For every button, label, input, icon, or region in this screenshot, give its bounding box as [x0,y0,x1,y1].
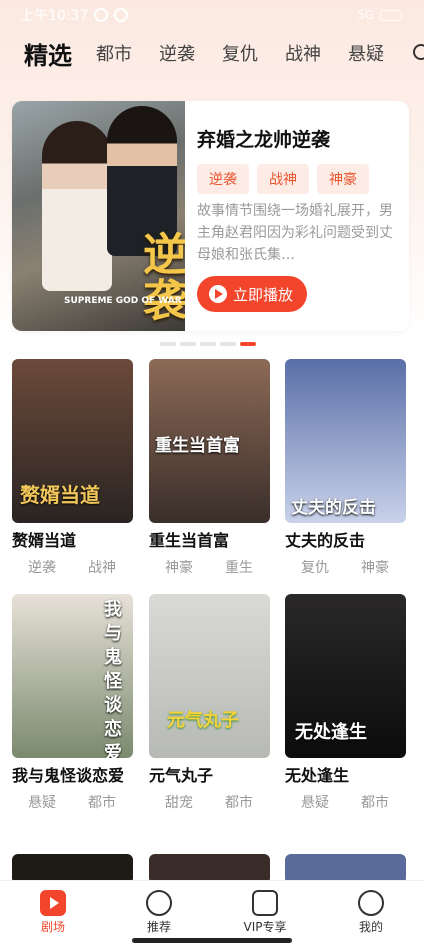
profile-icon [358,890,384,916]
drama-title[interactable]: 无处逢生 [285,764,406,788]
play-now-button[interactable]: 立即播放 [197,276,308,312]
drama-poster-title: 赘婿当道 [20,483,100,507]
tab-city[interactable]: 都市 [96,40,132,66]
featured-drama-card[interactable]: 逆袭 SUPREME GOD OF WAR 弃婚之龙帅逆袭 逆袭 战神 神豪 故… [12,101,409,331]
featured-title[interactable]: 弃婚之龙帅逆袭 [197,125,397,152]
drama-card[interactable]: 我与鬼怪谈恋爱 我与鬼怪谈恋爱 悬疑 都市 [12,594,133,812]
nav-recommend[interactable]: 推荐 [106,881,212,946]
category-tabs: 精选 都市 逆袭 复仇 战神 悬疑 [0,30,424,76]
pager-dot[interactable] [220,342,236,346]
heart-icon [146,890,172,916]
nav-label: VIP专享 [243,920,287,934]
featured-description: 故事情节围绕一场婚礼展开，男主角赵君阳因为彩礼问题受到丈母娘和张氏集… [197,203,393,263]
drama-poster-title: 重生当首富 [155,436,240,456]
drama-poster[interactable]: 元气丸子 [149,594,270,758]
pager-dot-active[interactable] [240,342,256,346]
drama-tag[interactable]: 悬疑 [12,792,72,812]
drama-tag[interactable]: 重生 [209,557,269,577]
drama-tags: 逆袭 战神 [12,557,133,577]
tab-featured[interactable]: 精选 [24,36,72,71]
drama-tag[interactable]: 都市 [72,792,132,812]
play-now-label: 立即播放 [233,285,294,304]
featured-info: 弃婚之龙帅逆袭 逆袭 战神 神豪 故事情节围绕一场婚礼展开，男主角赵君阳因为彩礼… [185,101,409,331]
theater-icon [40,890,66,916]
drama-title[interactable]: 元气丸子 [149,764,270,788]
drama-poster-title: 元气丸子 [167,710,239,731]
tab-comeback[interactable]: 逆袭 [159,40,195,66]
play-icon [209,285,227,303]
battery-icon [380,9,402,21]
drama-tags: 神豪 重生 [149,557,270,577]
drama-poster[interactable]: 我与鬼怪谈恋爱 [12,594,133,758]
drama-tag[interactable]: 逆袭 [12,557,72,577]
nav-vip[interactable]: VIP专享 [212,881,318,946]
drama-card[interactable]: 丈夫的反击 丈夫的反击 复仇 神豪 [285,359,406,577]
pager-dot[interactable] [160,342,176,346]
drama-tag[interactable]: 都市 [345,792,405,812]
drama-poster[interactable]: 重生当首富 [149,359,270,523]
carousel-pager [160,342,256,346]
bottom-navigation: 剧场 推荐 VIP专享 我的 [0,880,424,946]
drama-tag[interactable]: 战神 [72,557,132,577]
nav-label: 我的 [358,920,383,934]
tab-war-god[interactable]: 战神 [285,40,321,66]
network-label: 5G [357,8,374,22]
drama-tag[interactable]: 神豪 [149,557,209,577]
featured-poster-subtitle: SUPREME GOD OF WAR [64,296,182,306]
featured-tags: 逆袭 战神 神豪 [197,164,397,194]
drama-card[interactable]: 无处逢生 无处逢生 悬疑 都市 [285,594,406,812]
drama-tag[interactable]: 悬疑 [285,792,345,812]
nav-profile[interactable]: 我的 [318,881,424,946]
tab-revenge[interactable]: 复仇 [222,40,258,66]
pager-dot[interactable] [200,342,216,346]
drama-tags: 复仇 神豪 [285,557,406,577]
nav-label: 推荐 [146,920,171,934]
drama-tags: 悬疑 都市 [12,792,133,812]
drama-card[interactable]: 赘婿当道 赘婿当道 逆袭 战神 [12,359,133,577]
alarm-icon [114,8,129,22]
drama-tag[interactable]: 神豪 [345,557,405,577]
drama-card[interactable]: 元气丸子 元气丸子 甜宠 都市 [149,594,270,812]
featured-poster[interactable]: 逆袭 SUPREME GOD OF WAR [12,101,185,331]
nav-label: 剧场 [40,920,65,934]
drama-poster[interactable]: 丈夫的反击 [285,359,406,523]
drama-title[interactable]: 丈夫的反击 [285,529,406,553]
drama-tag[interactable]: 甜宠 [149,792,209,812]
featured-poster-title: 逆袭 [135,231,185,323]
drama-poster-title: 无处逢生 [295,722,367,743]
crown-icon [252,890,278,916]
pager-dot[interactable] [180,342,196,346]
drama-tag[interactable]: 都市 [209,792,269,812]
drama-tags: 甜宠 都市 [149,792,270,812]
drama-poster[interactable]: 赘婿当道 [12,359,133,523]
featured-tag[interactable]: 逆袭 [197,164,249,194]
featured-tag[interactable]: 神豪 [317,164,369,194]
tab-suspense[interactable]: 悬疑 [348,40,384,66]
drama-title[interactable]: 重生当首富 [149,529,270,553]
drama-poster[interactable]: 无处逢生 [285,594,406,758]
status-bar: 上午10:37 5G [0,0,424,30]
drama-tag[interactable]: 复仇 [285,557,345,577]
drama-tags: 悬疑 都市 [285,792,406,812]
wifi-status-icon [94,8,109,22]
drama-poster-title: 丈夫的反击 [291,498,376,518]
drama-poster-title: 我与鬼怪谈恋爱 [104,599,122,758]
drama-title[interactable]: 赘婿当道 [12,529,133,553]
status-time: 上午10:37 [20,8,89,24]
drama-title[interactable]: 我与鬼怪谈恋爱 [12,764,133,788]
nav-theater[interactable]: 剧场 [0,881,106,946]
home-indicator[interactable] [132,938,292,943]
drama-card[interactable]: 重生当首富 重生当首富 神豪 重生 [149,359,270,577]
featured-tag[interactable]: 战神 [257,164,309,194]
